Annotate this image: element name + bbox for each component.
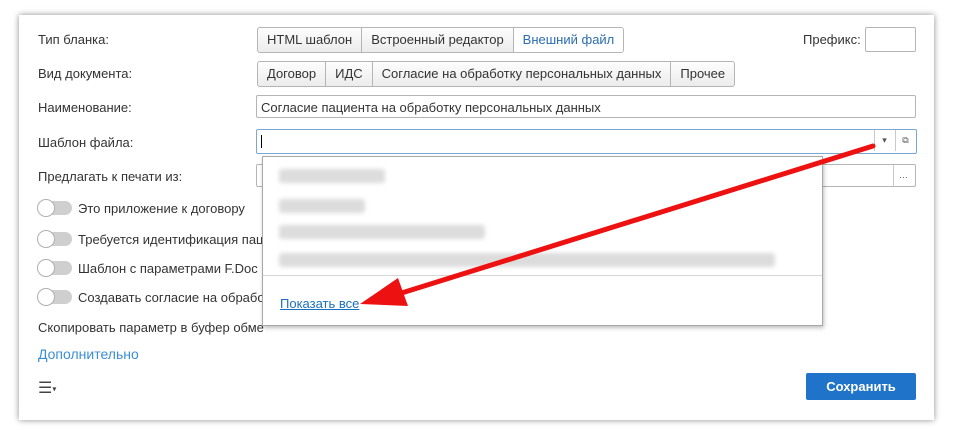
arrow-shaft xyxy=(389,143,876,299)
arrow-head xyxy=(360,278,408,306)
annotation-arrow xyxy=(360,143,876,306)
